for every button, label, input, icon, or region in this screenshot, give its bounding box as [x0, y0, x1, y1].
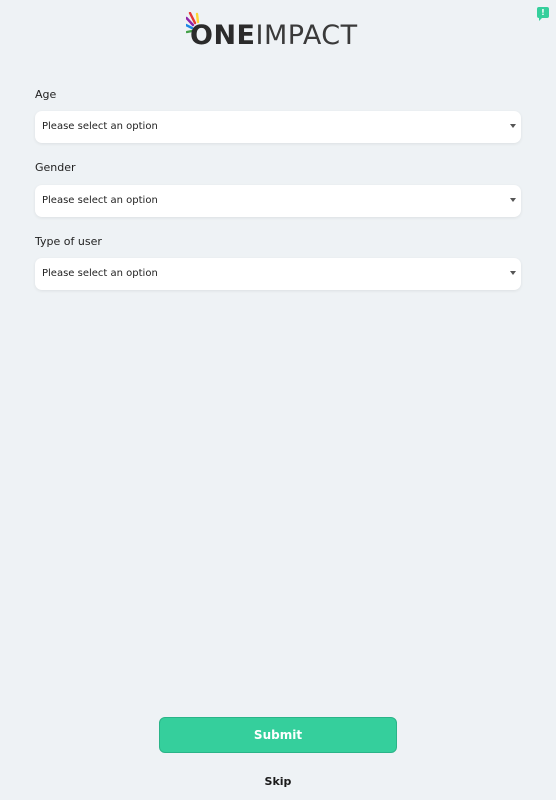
age-select[interactable]: Please select an option — [35, 111, 521, 143]
logo-wordmark: ONEIMPACT — [190, 20, 358, 51]
user-type-label: Type of user — [35, 235, 102, 248]
submit-button[interactable]: Submit — [159, 717, 397, 753]
gender-select[interactable]: Please select an option — [35, 185, 521, 217]
dropdown-arrow-icon — [510, 198, 516, 202]
feedback-icon[interactable]: ! — [537, 7, 549, 21]
age-label: Age — [35, 88, 57, 101]
gender-select-value: Please select an option — [42, 195, 158, 206]
logo: ONEIMPACT — [186, 12, 358, 52]
dropdown-arrow-icon — [510, 271, 516, 275]
dropdown-arrow-icon — [510, 124, 516, 128]
user-type-select-value: Please select an option — [42, 268, 158, 279]
user-type-select[interactable]: Please select an option — [35, 258, 521, 290]
age-select-value: Please select an option — [42, 121, 158, 132]
gender-label: Gender — [35, 161, 76, 174]
skip-link[interactable]: Skip — [0, 775, 556, 788]
